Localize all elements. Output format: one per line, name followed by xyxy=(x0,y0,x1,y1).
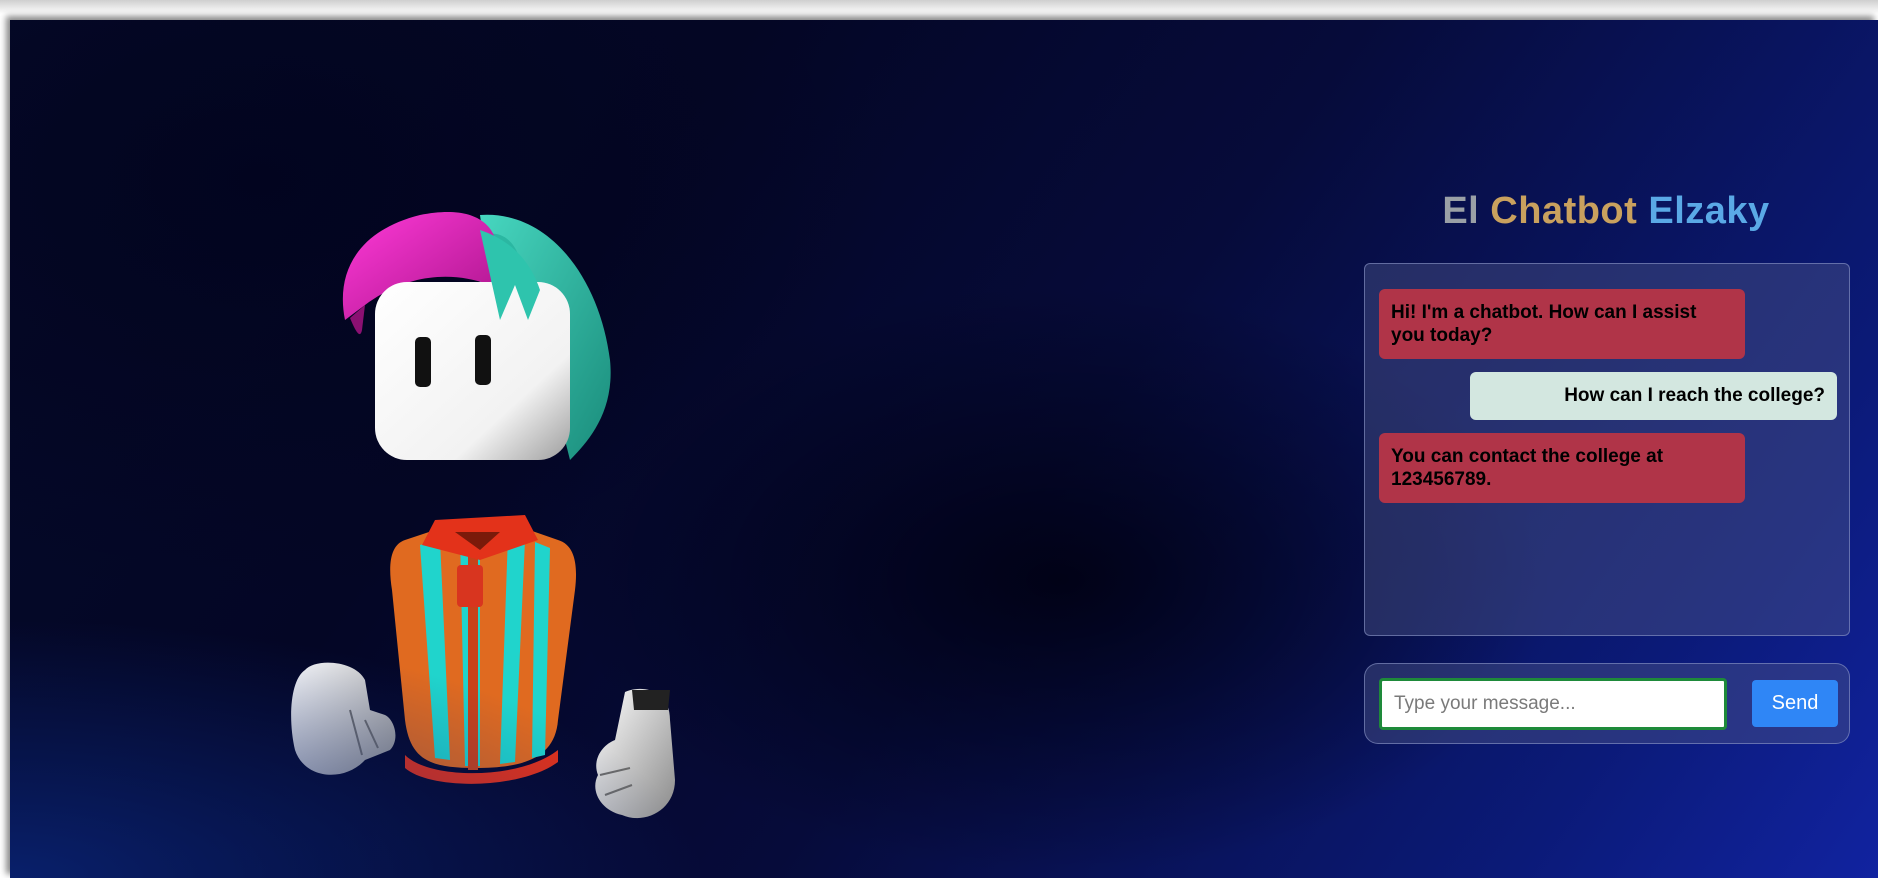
page-title: El Chatbot Elzaky xyxy=(1366,190,1846,233)
robot-head xyxy=(375,282,570,460)
message-input[interactable] xyxy=(1379,678,1727,730)
message-composer: Send xyxy=(1364,663,1850,744)
chat-history[interactable]: Hi! I'm a chatbot. How can I assist you … xyxy=(1364,263,1850,636)
title-word-elzaky: Elzaky xyxy=(1648,190,1770,232)
user-message: How can I reach the college? xyxy=(1470,372,1837,420)
title-word-chatbot: Chatbot xyxy=(1490,190,1638,232)
robot-avatar-icon xyxy=(10,20,710,878)
bot-message: You can contact the college at 123456789… xyxy=(1379,433,1745,503)
bot-message: Hi! I'm a chatbot. How can I assist you … xyxy=(1379,289,1745,359)
title-word-el: El xyxy=(1442,190,1480,232)
send-button[interactable]: Send xyxy=(1752,680,1838,727)
robot-left-hand xyxy=(291,662,396,775)
chat-page: El Chatbot Elzaky Hi! I'm a chatbot. How… xyxy=(10,20,1878,878)
